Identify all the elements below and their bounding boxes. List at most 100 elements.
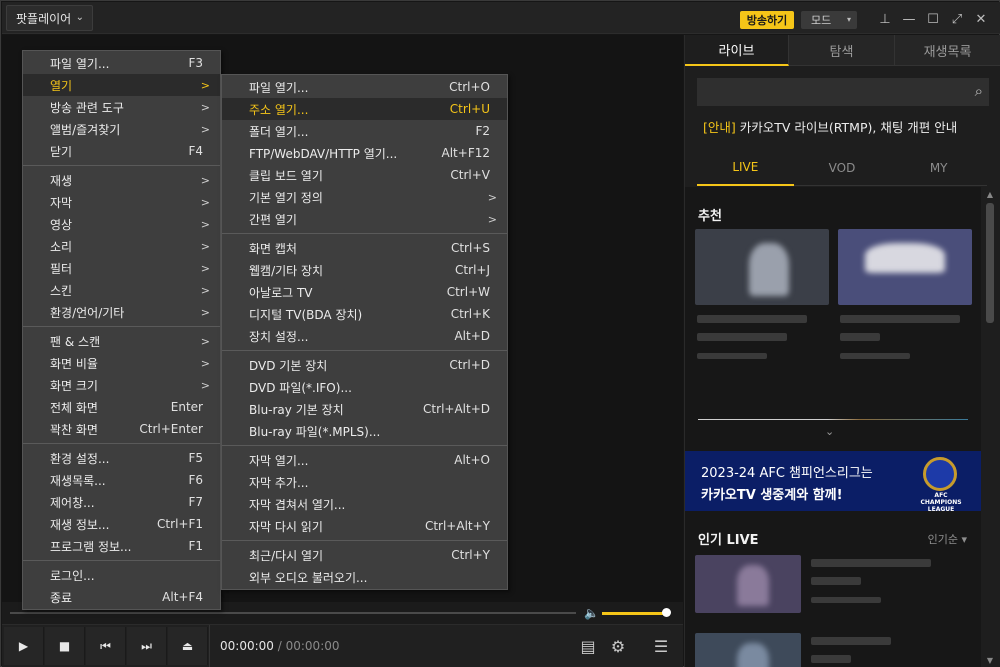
minimize-icon[interactable]: — — [900, 10, 918, 28]
subtab-live[interactable]: LIVE — [697, 150, 794, 186]
menu-item-열기[interactable]: 열기 > — [23, 74, 220, 96]
recommended-thumbnail[interactable] — [695, 229, 829, 305]
menu-item-전체-화면[interactable]: 전체 화면 Enter — [23, 396, 220, 418]
menu-item-재생목록[interactable]: 재생목록... F6 — [23, 469, 220, 491]
close-icon[interactable]: ✕ — [972, 10, 990, 28]
recommended-thumbnail[interactable] — [838, 229, 972, 305]
menu-item-shortcut: F7 — [188, 495, 203, 509]
menu-item-영상[interactable]: 영상 > — [23, 213, 220, 235]
settings-icon[interactable]: ⚙ — [606, 634, 630, 658]
menu-item-label: 장치 설정... — [249, 329, 309, 344]
menu-item-로그인[interactable]: 로그인... — [23, 564, 220, 586]
live-thumbnail[interactable] — [695, 555, 801, 613]
menu-item-환경-설정[interactable]: 환경 설정... F5 — [23, 447, 220, 469]
menu-item-label: 자막 열기... — [249, 453, 309, 468]
menu-item-ftp-webdav-http-열기[interactable]: FTP/WebDAV/HTTP 열기... Alt+F12 — [222, 142, 507, 164]
menu-item-필터[interactable]: 필터 > — [23, 257, 220, 279]
menu-item-폴더-열기[interactable]: 폴더 열기... F2 — [222, 120, 507, 142]
search-icon[interactable]: ⌕ — [975, 82, 983, 100]
menu-item-label: 재생목록... — [50, 473, 106, 488]
menu-item-간편-열기[interactable]: 간편 열기 > — [222, 208, 507, 230]
menu-item-아날로그-tv[interactable]: 아날로그 TV Ctrl+W — [222, 281, 507, 303]
menu-item-프로그램-정보[interactable]: 프로그램 정보... F1 — [23, 535, 220, 557]
menu-item-shortcut: Ctrl+Alt+Y — [424, 519, 490, 533]
volume-icon[interactable]: 🔈 — [584, 606, 599, 620]
volume-slider[interactable] — [602, 612, 666, 615]
menu-item-shortcut: Ctrl+U — [449, 102, 490, 116]
maximize-icon[interactable]: ☐ — [924, 10, 942, 28]
menu-item-자막-추가[interactable]: 자막 추가... — [222, 471, 507, 493]
menu-item-스킨[interactable]: 스킨 > — [23, 279, 220, 301]
menu-item-제어창[interactable]: 제어창... F7 — [23, 491, 220, 513]
blurred-text — [811, 637, 891, 645]
menu-item-디지털-tv-bda-장치[interactable]: 디지털 TV(BDA 장치) Ctrl+K — [222, 303, 507, 325]
subtab-vod[interactable]: VOD — [793, 150, 891, 186]
menu-item-blu-ray-기본-장치[interactable]: Blu-ray 기본 장치 Ctrl+Alt+D — [222, 398, 507, 420]
fullscreen-icon[interactable]: ⤢ — [948, 10, 966, 28]
pin-icon[interactable]: ⊥ — [876, 10, 894, 28]
scroll-thumb[interactable] — [986, 203, 994, 323]
live-thumbnail[interactable] — [695, 633, 801, 667]
menu-item-label: 앨범/즐겨찾기 — [50, 122, 121, 137]
menu-item-blu-ray-파일-mpls[interactable]: Blu-ray 파일(*.MPLS)... — [222, 420, 507, 442]
menu-item-label: DVD 기본 장치 — [249, 358, 328, 373]
menu-item-장치-설정[interactable]: 장치 설정... Alt+D — [222, 325, 507, 347]
menu-item-자막-다시-읽기[interactable]: 자막 다시 읽기 Ctrl+Alt+Y — [222, 515, 507, 537]
menu-item-앨범-즐겨찾기[interactable]: 앨범/즐겨찾기 > — [23, 118, 220, 140]
subtab-my[interactable]: MY — [890, 150, 988, 186]
menu-item-최근-다시-열기[interactable]: 최근/다시 열기 Ctrl+Y — [222, 544, 507, 566]
scroll-up-icon[interactable]: ▲ — [983, 187, 997, 201]
next-button[interactable]: ⏭ — [127, 627, 167, 665]
submenu-arrow-icon: > — [200, 239, 210, 253]
menu-item-주소-열기[interactable]: 주소 열기... Ctrl+U — [222, 98, 507, 120]
menu-item-닫기[interactable]: 닫기 F4 — [23, 140, 220, 162]
menu-item-재생-정보[interactable]: 재생 정보... Ctrl+F1 — [23, 513, 220, 535]
app-menu-button[interactable]: 팟플레이어 ⌄ — [6, 5, 93, 31]
menu-item-자막-열기[interactable]: 자막 열기... Alt+O — [222, 449, 507, 471]
stop-button[interactable]: ■ — [45, 627, 85, 665]
seek-bar[interactable] — [10, 612, 576, 614]
menu-item-화면-캡처[interactable]: 화면 캡처 Ctrl+S — [222, 237, 507, 259]
notice[interactable]: [안내] 카카오TV 라이브(RTMP), 채팅 개편 안내 — [703, 117, 957, 136]
menu-item-화면-크기[interactable]: 화면 크기 > — [23, 374, 220, 396]
menu-item-웹캠-기타-장치[interactable]: 웹캠/기타 장치 Ctrl+J — [222, 259, 507, 281]
menu-item-외부-오디오-불러오기[interactable]: 외부 오디오 불러오기... — [222, 566, 507, 588]
menu-item-방송-관련-도구[interactable]: 방송 관련 도구 > — [23, 96, 220, 118]
menu-item-팬-스캔[interactable]: 팬 & 스캔 > — [23, 330, 220, 352]
afc-banner[interactable]: 2023-24 AFC 챔피언스리그는 카카오TV 생중계와 함께! AFC C… — [685, 451, 981, 513]
menu-item-dvd-파일-ifo[interactable]: DVD 파일(*.IFO)... — [222, 376, 507, 398]
menu-item-dvd-기본-장치[interactable]: DVD 기본 장치 Ctrl+D — [222, 354, 507, 376]
scrollbar[interactable]: ▲ ▼ — [983, 187, 997, 667]
menu-item-환경-언어-기타[interactable]: 환경/언어/기타 > — [23, 301, 220, 323]
menu-item-자막-겹쳐서-열기[interactable]: 자막 겹쳐서 열기... — [222, 493, 507, 515]
blurred-text — [840, 353, 910, 359]
blurred-text — [811, 597, 881, 603]
play-button[interactable]: ▶ — [4, 627, 44, 665]
menu-item-label: 화면 캡처 — [249, 241, 297, 256]
menu-item-소리[interactable]: 소리 > — [23, 235, 220, 257]
search-input[interactable]: ⌕ — [697, 78, 989, 106]
menu-icon[interactable]: ☰ — [649, 634, 673, 658]
menu-item-재생[interactable]: 재생 > — [23, 169, 220, 191]
submenu-arrow-icon: > — [200, 378, 210, 392]
menu-item-클립-보드-열기[interactable]: 클립 보드 열기 Ctrl+V — [222, 164, 507, 186]
sort-dropdown[interactable]: 인기순 ▾ — [928, 531, 967, 547]
menu-item-파일-열기[interactable]: 파일 열기... Ctrl+O — [222, 76, 507, 98]
playlist-icon[interactable]: ▤ — [576, 634, 600, 658]
eject-button[interactable]: ⏏ — [168, 627, 208, 665]
menu-item-자막[interactable]: 자막 > — [23, 191, 220, 213]
menu-item-꽉찬-화면[interactable]: 꽉찬 화면 Ctrl+Enter — [23, 418, 220, 440]
menu-item-파일-열기[interactable]: 파일 열기... F3 — [23, 52, 220, 74]
previous-button[interactable]: ⏮ — [86, 627, 126, 665]
broadcast-button[interactable]: 방송하기 — [740, 11, 794, 29]
menu-item-화면-비율[interactable]: 화면 비율 > — [23, 352, 220, 374]
tab-playlist[interactable]: 재생목록 — [895, 35, 1000, 66]
tab-explore[interactable]: 탐색 — [789, 35, 895, 66]
volume-knob[interactable] — [662, 608, 671, 617]
menu-item-종료[interactable]: 종료 Alt+F4 — [23, 586, 220, 608]
scroll-down-icon[interactable]: ▼ — [983, 653, 997, 667]
menu-item-기본-열기-정의[interactable]: 기본 열기 정의 > — [222, 186, 507, 208]
expand-icon[interactable]: ⌄ — [825, 425, 834, 438]
mode-dropdown[interactable]: 모드 ▾ — [801, 11, 857, 29]
tab-live[interactable]: 라이브 — [685, 35, 789, 66]
